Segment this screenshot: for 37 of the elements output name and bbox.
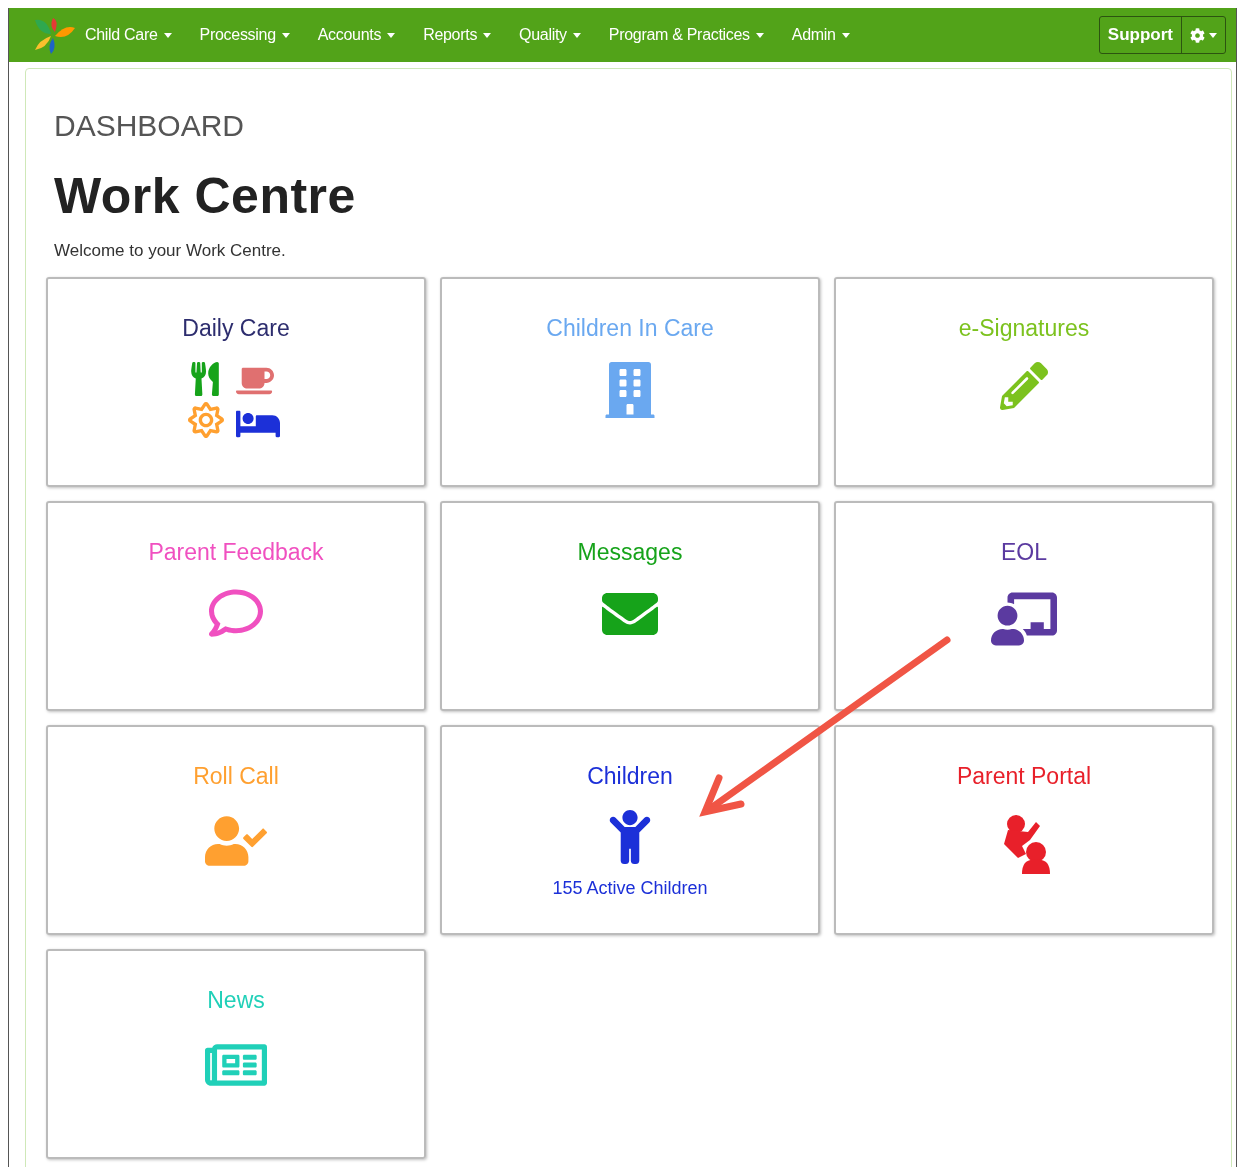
dashboard-tile[interactable]: Children 155 Active Children <box>440 725 820 935</box>
nav-menu-item[interactable]: Quality <box>519 26 581 44</box>
pencil-icon <box>1000 362 1048 410</box>
settings-icon <box>1190 27 1205 43</box>
tile-title: Daily Care <box>182 315 290 342</box>
speech-bubble-icon <box>209 586 263 640</box>
nav-menu-item[interactable]: Admin <box>791 26 850 44</box>
tile-title: e-Signatures <box>958 315 1090 342</box>
tile-title: Roll Call <box>193 763 279 790</box>
dashboard-tile[interactable]: News <box>46 949 426 1159</box>
nav-menu-item[interactable]: Accounts <box>317 26 396 44</box>
nav-menu-item[interactable]: Program & Practices <box>608 26 764 44</box>
tile-subtitle: 155 Active Children <box>552 878 708 899</box>
nav-menu-item[interactable]: Processing <box>199 26 290 44</box>
nav-menu-item[interactable]: Child Care <box>85 26 172 44</box>
welcome-text: Welcome to your Work Centre. <box>54 241 287 261</box>
dashboard-tile[interactable]: Messages <box>440 501 820 711</box>
tile-title: Parent Portal <box>956 763 1092 790</box>
dashboard-tile[interactable]: Parent Portal <box>834 725 1214 935</box>
dashboard-tile[interactable]: Children In Care <box>440 277 820 487</box>
breadcrumb: DASHBOARD <box>54 109 246 143</box>
page-title: Work Centre <box>54 167 357 225</box>
nav-menu-item[interactable]: Reports <box>423 26 492 44</box>
tile-title: Children <box>587 763 673 790</box>
dashboard-tile[interactable]: Parent Feedback <box>46 501 426 711</box>
sun-icon <box>188 402 224 438</box>
dashboard-tile[interactable]: EOL <box>834 501 1214 711</box>
tile-title: Messages <box>577 539 683 566</box>
dashboard-tile[interactable]: Daily Care <box>46 277 426 487</box>
fork-knife-icon <box>188 362 222 396</box>
support-button[interactable]: Support <box>1099 17 1182 53</box>
dashboard-tile[interactable]: e-Signatures <box>834 277 1214 487</box>
dashboard-tile[interactable]: Roll Call <box>46 725 426 935</box>
tile-title: EOL <box>1001 539 1047 566</box>
tile-title: News <box>207 987 265 1014</box>
tile-title: Parent Feedback <box>148 539 324 566</box>
tile-title: Children In Care <box>546 315 714 342</box>
